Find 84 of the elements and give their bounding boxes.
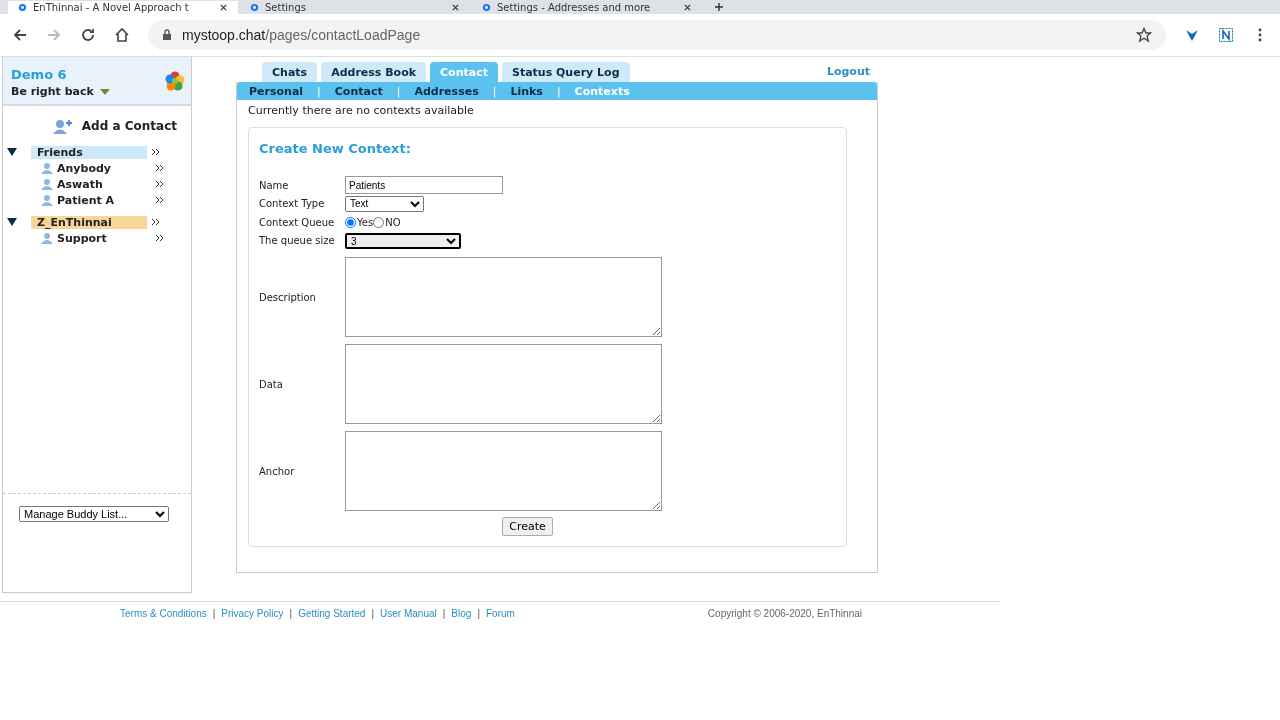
field-label: Name: [259, 179, 290, 191]
separator: |: [289, 608, 293, 619]
nav-tab[interactable]: Chats: [262, 62, 318, 82]
logout-link[interactable]: Logout: [826, 65, 870, 78]
flower-logo-icon: [165, 71, 185, 91]
footer-link[interactable]: Blog: [451, 608, 472, 619]
separator: |: [371, 608, 375, 619]
footer-link[interactable]: Forum: [486, 608, 515, 619]
name-input[interactable]: Patients: [345, 176, 503, 195]
text-area[interactable]: [345, 344, 662, 424]
info-message: Currently there are no contexts available: [247, 103, 475, 119]
radio-button[interactable]: [345, 216, 356, 228]
radio-label: Yes: [357, 216, 374, 228]
contact-name[interactable]: Anybody: [57, 161, 147, 175]
close-icon[interactable]: [451, 3, 460, 12]
star-icon[interactable]: [1136, 27, 1152, 43]
browser-tab[interactable]: EnThinnai - A Novel Approach t: [8, 1, 238, 14]
queue-size-select[interactable]: 3: [345, 232, 461, 249]
double-chevron-icon[interactable]: [151, 147, 161, 157]
double-chevron-icon[interactable]: [155, 163, 165, 173]
footer-link[interactable]: Getting Started: [298, 608, 366, 619]
contact-name[interactable]: Aswath: [57, 177, 147, 191]
add-person-icon[interactable]: [51, 118, 74, 134]
field-label: Anchor: [259, 465, 296, 477]
footer-link[interactable]: Terms & Conditions: [120, 608, 207, 619]
radio-label: NO: [385, 216, 401, 228]
sub-nav-link[interactable]: Links: [510, 84, 543, 98]
extension-icon[interactable]: [1184, 27, 1200, 43]
browser-tab[interactable]: Settings - Addresses and more: [472, 1, 702, 14]
field-label: The queue size: [259, 235, 336, 247]
person-icon: [41, 178, 53, 190]
contact-name[interactable]: Patient A: [57, 193, 147, 207]
separator: |: [442, 608, 446, 619]
dropdown-icon[interactable]: [99, 88, 110, 95]
manage-buddy-select[interactable]: Manage Buddy List...: [19, 506, 169, 522]
context-type-select[interactable]: Text: [345, 195, 424, 212]
expand-icon[interactable]: [7, 147, 17, 157]
sub-nav-link[interactable]: Contact: [334, 84, 383, 98]
group-name[interactable]: Z_EnThinnai: [31, 215, 147, 229]
user-name: Demo 6: [11, 67, 68, 82]
field-label: Data: [259, 378, 284, 390]
nav-tab[interactable]: Address Book: [321, 62, 427, 82]
text-area[interactable]: [345, 257, 662, 337]
double-chevron-icon[interactable]: [151, 217, 161, 227]
double-chevron-icon[interactable]: [155, 233, 165, 243]
group-name[interactable]: Friends: [31, 145, 147, 159]
double-chevron-icon[interactable]: [155, 195, 165, 205]
double-chevron-icon[interactable]: [155, 179, 165, 189]
add-contact-link[interactable]: Add a Contact: [81, 119, 177, 133]
sub-nav-link[interactable]: Personal: [249, 84, 304, 98]
close-icon[interactable]: [683, 3, 692, 12]
text-area[interactable]: [345, 431, 662, 511]
sub-nav-link[interactable]: Addresses: [414, 84, 479, 98]
browser-tab[interactable]: Settings: [240, 1, 470, 14]
status-text[interactable]: Be right back: [11, 85, 94, 98]
close-icon[interactable]: [219, 3, 228, 12]
radio-button[interactable]: [373, 216, 385, 228]
extension-icon[interactable]: [1218, 27, 1234, 43]
copyright-text: Copyright © 2006-2020, EnThinnai: [707, 608, 862, 619]
address-bar[interactable]: mystoop.chat/pages/contactLoadPage: [148, 20, 1166, 50]
field-label: Description: [259, 291, 317, 303]
new-tab-icon[interactable]: [714, 2, 724, 12]
field-label: Context Type: [259, 198, 326, 210]
separator: |: [317, 84, 321, 98]
person-icon: [41, 162, 53, 174]
separator: |: [492, 84, 497, 98]
footer-link[interactable]: User Manual: [380, 608, 437, 619]
lock-icon: [162, 29, 172, 41]
back-icon[interactable]: [12, 27, 28, 43]
reload-icon[interactable]: [80, 27, 96, 43]
contact-name[interactable]: Support: [57, 231, 147, 245]
person-icon: [41, 232, 53, 244]
separator: |: [556, 84, 561, 98]
nav-tab[interactable]: Status Query Log: [501, 62, 630, 82]
separator: |: [396, 84, 401, 98]
person-icon: [41, 194, 53, 206]
form-title: Create New Context:: [259, 141, 412, 156]
separator: |: [212, 608, 216, 619]
create-button[interactable]: Create: [502, 517, 553, 536]
expand-icon[interactable]: [7, 217, 17, 227]
home-icon[interactable]: [114, 27, 130, 43]
field-label: Context Queue: [259, 216, 336, 228]
footer-link[interactable]: Privacy Policy: [221, 608, 284, 619]
separator: |: [477, 608, 480, 619]
